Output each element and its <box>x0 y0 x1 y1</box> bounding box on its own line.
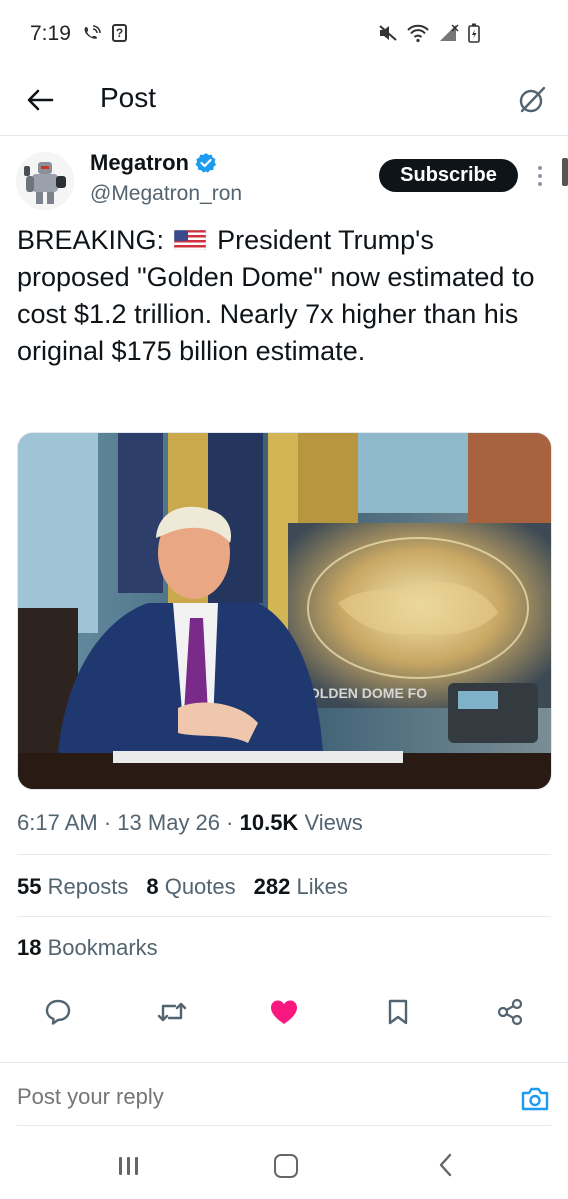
reply-input[interactable] <box>17 1084 477 1110</box>
avatar[interactable] <box>16 152 74 210</box>
chevron-left-icon <box>439 1153 452 1177</box>
more-dot <box>538 166 542 170</box>
repost-button[interactable] <box>154 994 190 1030</box>
post-photo-icon: GOLDEN DOME FO <box>18 433 551 789</box>
quotes-count: 8 <box>146 874 159 899</box>
post-text-lead: BREAKING: <box>17 225 165 255</box>
post-time: 6:17 AM <box>17 810 98 835</box>
page-title: Post <box>100 82 157 113</box>
reposts-label: Reposts <box>47 874 129 899</box>
nav-bar <box>118 1157 122 1175</box>
more-dot <box>538 174 542 178</box>
meta-separator: · <box>103 810 118 835</box>
camera-button[interactable] <box>518 1082 552 1116</box>
likes-stat[interactable]: 282 Likes <box>254 874 348 900</box>
us-flag-icon <box>173 229 206 250</box>
more-options-button[interactable] <box>532 160 548 192</box>
nav-bar <box>126 1157 130 1175</box>
like-icon <box>271 1000 297 1024</box>
header-divider <box>0 135 568 136</box>
like-button[interactable] <box>266 994 302 1030</box>
repost-icon <box>157 1002 187 1022</box>
post-date: 13 May 26 <box>117 810 221 835</box>
wifi-icon <box>407 24 429 43</box>
reposts-stat[interactable]: 55 Reposts <box>17 874 128 900</box>
subscribe-button[interactable]: Subscribe <box>379 159 518 192</box>
author-name[interactable]: Megatron <box>90 150 217 176</box>
reposts-count: 55 <box>17 874 42 899</box>
share-icon <box>497 998 523 1026</box>
post-meta: 6:17 AM · 13 May 26 · 10.5K Views <box>17 810 363 836</box>
post-text: BREAKING: President Trump's proposed "Go… <box>17 222 537 370</box>
verified-badge-icon[interactable] <box>195 152 217 174</box>
divider <box>17 854 551 855</box>
mute-icon <box>379 25 397 41</box>
reply-icon <box>45 999 71 1025</box>
robot-avatar-icon <box>16 152 74 210</box>
grok-icon <box>519 86 546 113</box>
system-back-button[interactable] <box>434 1152 458 1178</box>
share-button[interactable] <box>492 994 528 1030</box>
status-right-icons <box>378 23 480 43</box>
notification-icon: ? <box>112 24 127 42</box>
home-button[interactable] <box>274 1154 298 1178</box>
back-button[interactable] <box>20 80 60 120</box>
scrollbar[interactable] <box>562 158 568 186</box>
divider <box>17 916 551 917</box>
signal-icon <box>440 24 459 41</box>
views-label: Views <box>304 810 363 835</box>
quotes-stat[interactable]: 8 Quotes <box>146 874 235 900</box>
nav-bar <box>134 1157 138 1175</box>
quotes-label: Quotes <box>164 874 236 899</box>
reply-button[interactable] <box>40 994 76 1030</box>
camera-icon <box>521 1087 549 1111</box>
image-text-golden-dome: GOLDEN DOME FO <box>298 685 427 701</box>
battery-icon <box>468 23 480 43</box>
bookmarks-count: 18 <box>17 935 42 960</box>
likes-label: Likes <box>296 874 348 899</box>
meta-separator: · <box>226 810 240 835</box>
divider <box>17 1125 551 1126</box>
engagement-stats: 55 Reposts 8 Quotes 282 Likes <box>17 874 348 900</box>
bookmark-button[interactable] <box>380 994 416 1030</box>
bookmarks-stat[interactable]: 18 Bookmarks <box>17 935 158 961</box>
recent-apps-button[interactable] <box>116 1154 140 1178</box>
divider <box>0 1062 568 1063</box>
likes-count: 282 <box>253 874 291 899</box>
bookmark-icon <box>388 999 408 1025</box>
status-time: 7:19 <box>30 22 71 45</box>
post-image[interactable]: GOLDEN DOME FO <box>17 432 552 790</box>
wifi-call-icon <box>84 25 101 39</box>
status-left-icons: ? <box>82 24 127 42</box>
bookmarks-label: Bookmarks <box>47 935 158 960</box>
more-dot <box>538 182 542 186</box>
grok-button[interactable] <box>512 80 552 120</box>
author-handle[interactable]: @Megatron_ron <box>90 182 242 206</box>
views-count: 10.5K <box>239 810 299 835</box>
arrow-left-icon <box>27 89 54 111</box>
author-name-text: Megatron <box>90 150 189 175</box>
